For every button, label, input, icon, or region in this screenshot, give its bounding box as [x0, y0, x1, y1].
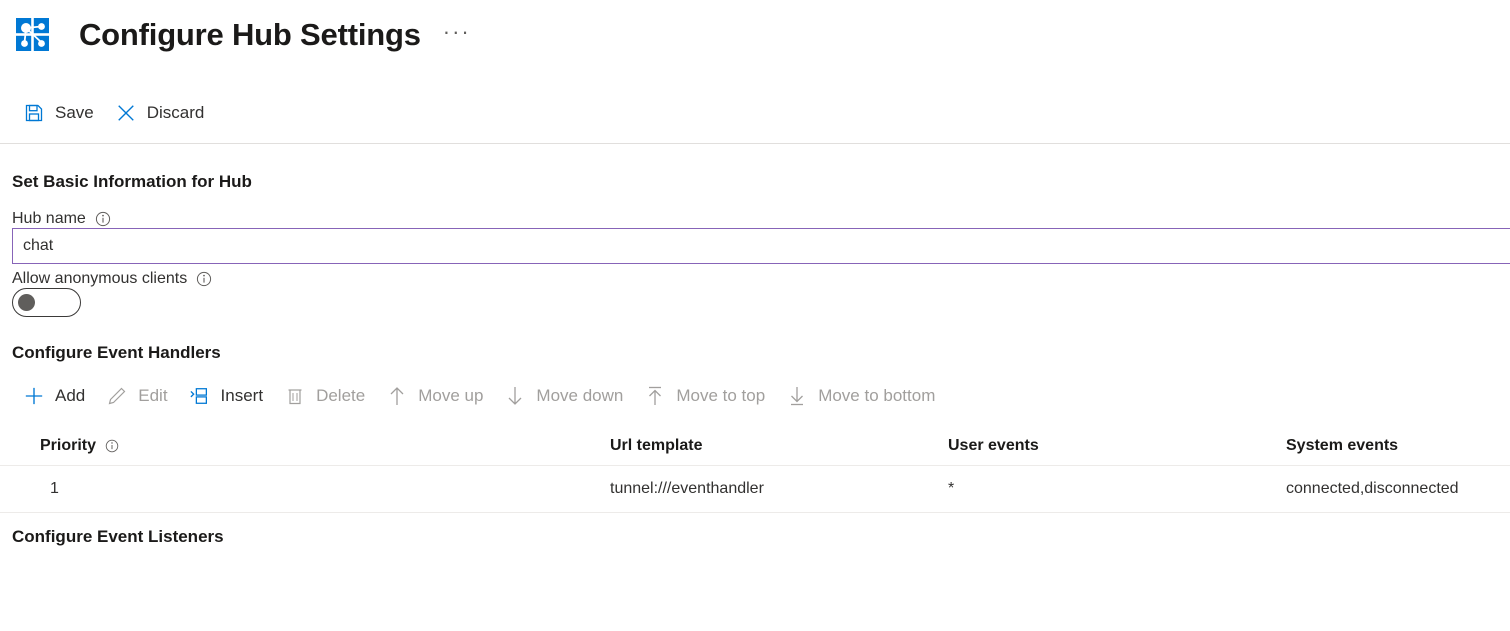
save-icon	[24, 103, 44, 123]
cell-user-events: *	[948, 465, 1286, 513]
info-icon[interactable]	[196, 271, 212, 287]
event-handlers-toolbar: Add Edit Insert Delete Move up Move down…	[0, 371, 1510, 421]
page-title: Configure Hub Settings	[79, 17, 421, 52]
column-header-user-events[interactable]: User events	[948, 427, 1286, 466]
arrow-to-bottom-icon	[787, 386, 807, 406]
move-to-top-button-label: Move to top	[676, 386, 766, 405]
hub-name-input[interactable]	[12, 228, 1510, 264]
more-options-icon[interactable]: ···	[443, 21, 471, 43]
column-header-priority[interactable]: Priority	[0, 427, 325, 466]
insert-icon	[189, 386, 210, 406]
save-button[interactable]: Save	[24, 93, 94, 133]
insert-button-label: Insert	[220, 386, 264, 405]
pencil-icon	[107, 386, 127, 406]
move-to-bottom-button-label: Move to bottom	[818, 386, 936, 405]
move-to-top-button[interactable]: Move to top	[645, 376, 765, 416]
hub-name-label: Hub name	[12, 210, 86, 227]
page-header: Configure Hub Settings ···	[0, 0, 1510, 58]
move-down-button[interactable]: Move down	[505, 376, 623, 416]
move-to-bottom-button[interactable]: Move to bottom	[787, 376, 935, 416]
move-up-button[interactable]: Move up	[387, 376, 483, 416]
info-icon[interactable]	[105, 439, 119, 453]
azure-web-pubsub-icon	[13, 15, 53, 55]
discard-button[interactable]: Discard	[116, 93, 205, 133]
save-button-label: Save	[55, 103, 94, 122]
configure-hub-settings-page: Configure Hub Settings ··· Save Discard	[0, 0, 1510, 631]
command-bar: Save Discard	[0, 88, 1510, 138]
add-button[interactable]: Add	[24, 376, 85, 416]
hub-name-label-row: Hub name	[0, 210, 1510, 228]
command-bar-divider	[0, 143, 1510, 144]
allow-anonymous-label-row: Allow anonymous clients	[0, 270, 1510, 288]
allow-anonymous-label: Allow anonymous clients	[12, 270, 188, 287]
move-up-button-label: Move up	[418, 386, 484, 405]
event-listeners-section-title: Configure Event Listeners	[12, 527, 224, 546]
edit-button-label: Edit	[138, 386, 168, 405]
insert-button[interactable]: Insert	[189, 376, 264, 416]
cell-url-template: tunnel:///eventhandler	[325, 465, 948, 513]
event-handlers-section-title: Configure Event Handlers	[12, 343, 221, 362]
trash-icon	[285, 386, 305, 406]
cell-system-events: connected,disconnected	[1286, 465, 1510, 513]
allow-anonymous-clients-toggle[interactable]	[12, 288, 81, 317]
column-header-system-events[interactable]: System events	[1286, 427, 1510, 466]
delete-button[interactable]: Delete	[285, 376, 365, 416]
arrow-down-icon	[505, 386, 525, 406]
move-down-button-label: Move down	[536, 386, 624, 405]
column-header-priority-label: Priority	[40, 437, 97, 454]
edit-button[interactable]: Edit	[107, 376, 168, 416]
toggle-knob	[18, 294, 35, 311]
discard-button-label: Discard	[146, 103, 205, 122]
plus-icon	[24, 386, 44, 406]
table-row[interactable]: 1 tunnel:///eventhandler * connected,dis…	[0, 465, 1510, 513]
cell-priority: 1	[0, 465, 325, 513]
delete-button-label: Delete	[316, 386, 366, 405]
info-icon[interactable]	[95, 211, 111, 227]
basic-info-section-title: Set Basic Information for Hub	[12, 172, 252, 191]
discard-icon	[116, 103, 136, 123]
add-button-label: Add	[55, 386, 86, 405]
table-header-row: Priority Url template User events System…	[0, 427, 1510, 466]
arrow-up-icon	[387, 386, 407, 406]
arrow-to-top-icon	[645, 386, 665, 406]
column-header-url-template[interactable]: Url template	[325, 427, 948, 466]
event-handlers-table: Priority Url template User events System…	[0, 427, 1510, 513]
